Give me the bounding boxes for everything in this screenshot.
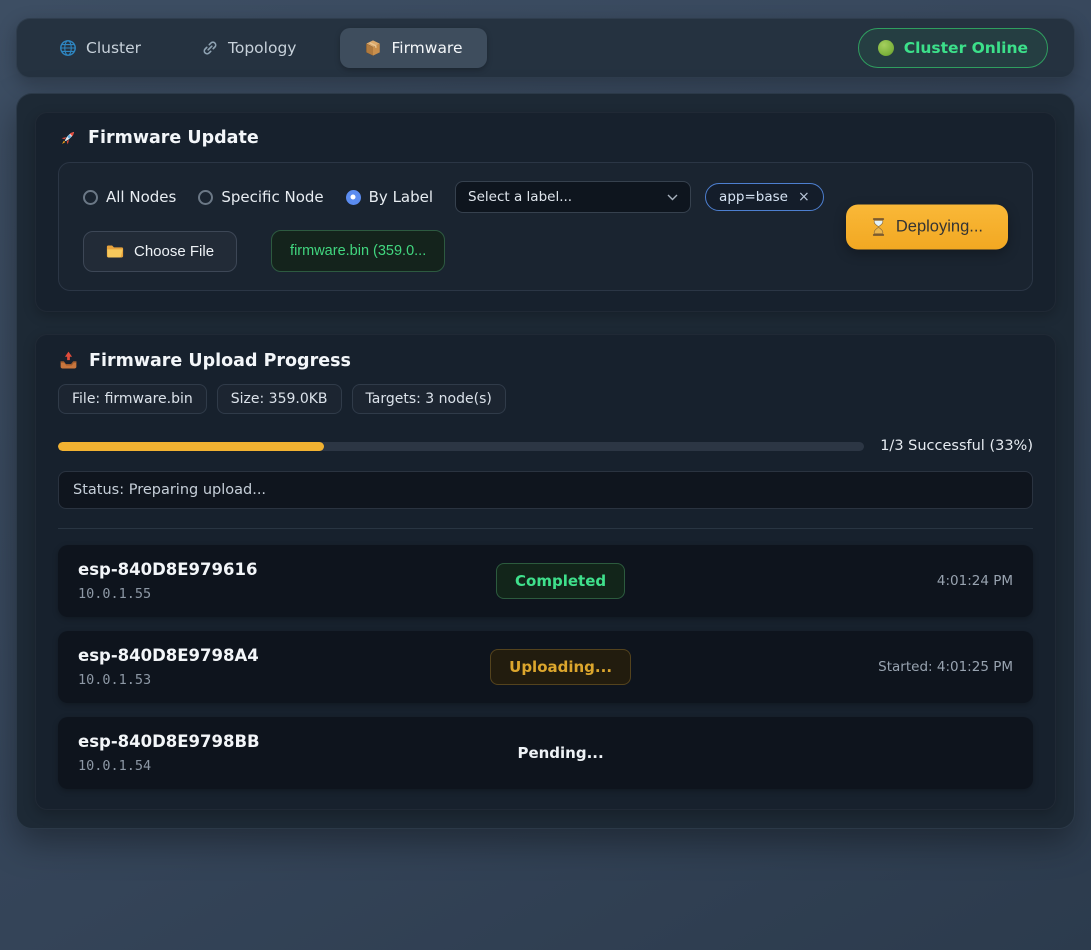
upload-progress-title: Firmware Upload Progress xyxy=(58,350,1033,371)
tab-label: Firmware xyxy=(391,39,462,57)
node-list: esp-840D8E979616 10.0.1.55 Completed 4:0… xyxy=(58,545,1033,789)
upload-progress-card: Firmware Upload Progress File: firmware.… xyxy=(35,334,1056,810)
radio-specific-node[interactable]: Specific Node xyxy=(198,188,323,206)
deploy-form: All Nodes Specific Node By Label Select … xyxy=(58,162,1033,291)
chip-file: File: firmware.bin xyxy=(58,384,207,414)
tab-topology[interactable]: Topology xyxy=(185,29,312,67)
tag-remove-icon[interactable]: × xyxy=(798,189,810,205)
chevron-down-icon xyxy=(667,194,678,201)
node-name: esp-840D8E9798BB xyxy=(78,732,410,751)
radio-icon xyxy=(198,190,213,205)
progress-row: 1/3 Successful (33%) xyxy=(58,438,1033,454)
node-row: esp-840D8E9798A4 10.0.1.53 Uploading... … xyxy=(58,631,1033,703)
package-icon xyxy=(364,39,382,57)
node-time: Started: 4:01:25 PM xyxy=(711,659,1013,675)
cluster-online-label: Cluster Online xyxy=(904,39,1028,57)
node-ip: 10.0.1.55 xyxy=(78,586,410,602)
node-status: Uploading... xyxy=(410,649,712,685)
card-title-text: Firmware Upload Progress xyxy=(89,351,351,371)
choose-file-button[interactable]: Choose File xyxy=(83,231,237,272)
label-select-value: Select a label... xyxy=(468,189,572,205)
upload-tray-icon xyxy=(58,350,79,371)
link-icon xyxy=(201,39,219,57)
radio-by-label[interactable]: By Label xyxy=(346,188,433,206)
cluster-online-badge[interactable]: Cluster Online xyxy=(858,28,1048,68)
label-tag-app-base: app=base × xyxy=(705,183,824,211)
node-info: esp-840D8E9798A4 10.0.1.53 xyxy=(78,646,410,688)
radio-label: All Nodes xyxy=(106,188,176,206)
radio-icon xyxy=(83,190,98,205)
chip-size: Size: 359.0KB xyxy=(217,384,342,414)
divider xyxy=(58,528,1033,529)
upload-meta-chips: File: firmware.bin Size: 359.0KB Targets… xyxy=(58,384,1033,414)
node-info: esp-840D8E979616 10.0.1.55 xyxy=(78,560,410,602)
node-time: 4:01:24 PM xyxy=(711,573,1013,589)
label-tag-text: app=base xyxy=(719,189,788,205)
radio-label: Specific Node xyxy=(221,188,323,206)
green-dot-icon xyxy=(878,40,894,56)
top-nav: Cluster Topology Firmware Cluster Online xyxy=(16,18,1075,78)
node-ip: 10.0.1.54 xyxy=(78,758,410,774)
label-select-dropdown[interactable]: Select a label... xyxy=(455,181,691,213)
node-status-badge: Uploading... xyxy=(490,649,631,685)
firmware-update-card: Firmware Update All Nodes Specific Node … xyxy=(35,112,1056,312)
tab-firmware[interactable]: Firmware xyxy=(340,28,486,68)
node-info: esp-840D8E9798BB 10.0.1.54 xyxy=(78,732,410,774)
node-status-badge: Completed xyxy=(496,563,625,599)
rocket-icon xyxy=(58,128,78,148)
progress-fill xyxy=(58,442,324,451)
radio-icon xyxy=(346,190,361,205)
radio-all-nodes[interactable]: All Nodes xyxy=(83,188,176,206)
tab-label: Topology xyxy=(228,39,296,57)
node-ip: 10.0.1.53 xyxy=(78,672,410,688)
node-status: Completed xyxy=(410,563,712,599)
deploy-button[interactable]: Deploying... xyxy=(846,204,1008,249)
chip-targets: Targets: 3 node(s) xyxy=(352,384,506,414)
upload-status-box: Status: Preparing upload... xyxy=(58,471,1033,509)
folder-icon xyxy=(106,244,124,259)
deploy-button-label: Deploying... xyxy=(896,217,983,236)
choose-file-label: Choose File xyxy=(134,243,214,260)
node-name: esp-840D8E9798A4 xyxy=(78,646,410,665)
main-panel: Firmware Update All Nodes Specific Node … xyxy=(16,93,1075,829)
progress-bar xyxy=(58,442,864,451)
hourglass-icon xyxy=(871,217,886,236)
tab-cluster[interactable]: Cluster xyxy=(43,29,157,67)
progress-label: 1/3 Successful (33%) xyxy=(880,438,1033,454)
card-title-text: Firmware Update xyxy=(88,128,259,148)
node-row: esp-840D8E979616 10.0.1.55 Completed 4:0… xyxy=(58,545,1033,617)
node-status-badge: Pending... xyxy=(517,736,603,770)
selected-file-button[interactable]: firmware.bin (359.0... xyxy=(271,230,445,272)
node-row: esp-840D8E9798BB 10.0.1.54 Pending... xyxy=(58,717,1033,789)
firmware-update-title: Firmware Update xyxy=(58,128,1033,148)
globe-icon xyxy=(59,39,77,57)
node-name: esp-840D8E979616 xyxy=(78,560,410,579)
radio-label: By Label xyxy=(369,188,433,206)
selected-file-label: firmware.bin (359.0... xyxy=(290,243,426,259)
node-status: Pending... xyxy=(410,736,712,770)
tab-label: Cluster xyxy=(86,39,141,57)
